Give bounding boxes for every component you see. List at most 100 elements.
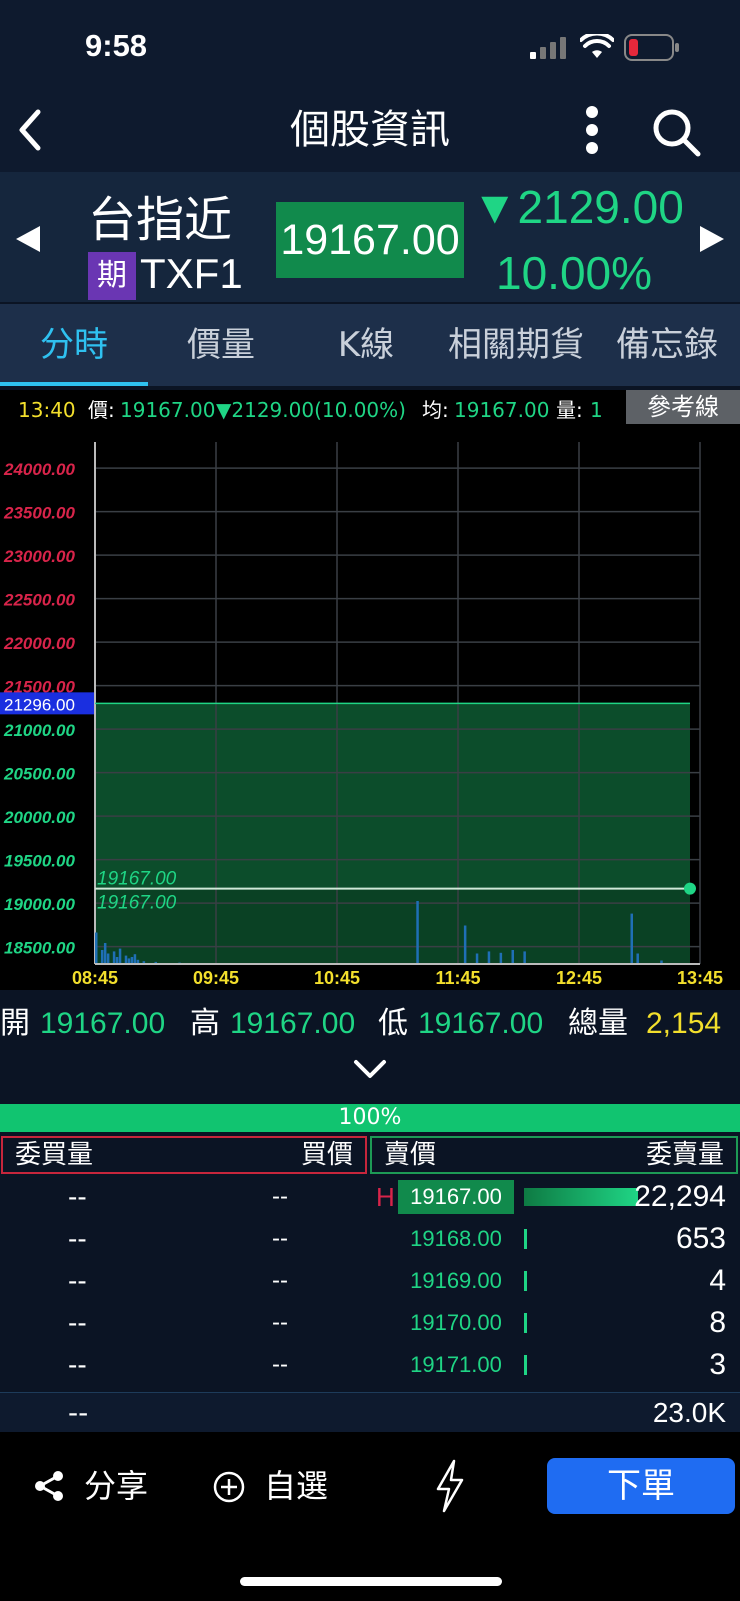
x-tick-label: 13:45 bbox=[677, 968, 723, 988]
y-tick-label: 24000.00 bbox=[3, 460, 75, 479]
bid-price[interactable]: -- bbox=[272, 1344, 288, 1386]
y-tick-label: 23000.00 bbox=[3, 547, 75, 566]
volume-bar bbox=[630, 913, 633, 964]
bid-price[interactable]: -- bbox=[272, 1218, 288, 1260]
wifi-icon bbox=[580, 34, 614, 58]
tab-related-futures[interactable]: 相關期貨 bbox=[438, 304, 594, 386]
expand-chevron-icon[interactable] bbox=[350, 1054, 390, 1082]
info-vol: 1 bbox=[590, 398, 603, 422]
volume-bar bbox=[487, 951, 491, 964]
status-time: 9:58 bbox=[85, 28, 148, 63]
lightning-icon[interactable] bbox=[432, 1458, 468, 1514]
info-price-label: 價: bbox=[88, 398, 115, 422]
open-label: 開 bbox=[0, 1007, 30, 1040]
total-vol-label: 總量 bbox=[568, 1007, 628, 1040]
bid-volume: -- bbox=[68, 1307, 87, 1338]
info-vol-label: 量: bbox=[556, 398, 583, 422]
high-marker: H bbox=[376, 1182, 395, 1212]
volume-bar bbox=[416, 901, 419, 964]
futures-badge: 期 bbox=[88, 252, 136, 300]
bid-header: 委買量 買價 bbox=[1, 1136, 367, 1174]
next-arrow-icon[interactable] bbox=[698, 224, 726, 254]
high-label: 高 bbox=[190, 1007, 220, 1040]
volume-bar bbox=[95, 932, 98, 964]
price-line-label: 19167.00 bbox=[97, 869, 177, 890]
ask-price[interactable]: 19171.00 bbox=[398, 1344, 514, 1386]
y-tick-label: 20000.00 bbox=[3, 808, 75, 827]
ask-volume: 8 bbox=[709, 1306, 726, 1339]
ask-volume: 4 bbox=[709, 1264, 726, 1297]
ask-volume: 653 bbox=[675, 1222, 726, 1255]
price-change-pct: 10.00% bbox=[496, 247, 653, 299]
more-icon[interactable] bbox=[576, 104, 608, 156]
ask-volume-bar bbox=[524, 1229, 528, 1249]
prev-arrow-icon[interactable] bbox=[14, 224, 42, 254]
high-value: 19167.00 bbox=[230, 1007, 356, 1040]
bid-price-header: 買價 bbox=[300, 1140, 353, 1170]
bid-volume: -- bbox=[68, 1349, 87, 1380]
volume-bar bbox=[499, 952, 503, 964]
share-button[interactable]: 分享 bbox=[34, 1462, 164, 1510]
ask-price-header: 賣價 bbox=[384, 1140, 437, 1170]
tab-memo[interactable]: 備忘錄 bbox=[594, 304, 740, 386]
volume-bar bbox=[106, 953, 110, 964]
reference-label: 21296.00 bbox=[4, 695, 75, 714]
bid-volume: -- bbox=[68, 1223, 87, 1254]
ohlc-row: 開 19167.00 高 19167.00 低 19167.00 總量 2,15… bbox=[0, 996, 740, 1052]
add-watchlist-button[interactable]: 自選 bbox=[212, 1462, 342, 1510]
y-tick-label: 19000.00 bbox=[4, 895, 75, 914]
volume-bar bbox=[124, 955, 128, 964]
tab-intraday[interactable]: 分時 bbox=[0, 304, 148, 386]
volume-bar bbox=[511, 950, 514, 964]
y-tick-label: 23500.00 bbox=[3, 504, 75, 523]
battery-icon bbox=[624, 34, 679, 61]
page-title: 個股資訊 bbox=[290, 107, 450, 153]
share-label: 分享 bbox=[84, 1467, 149, 1505]
ask-price[interactable]: 19169.00 bbox=[398, 1260, 514, 1302]
ask-volume-bar bbox=[524, 1271, 527, 1291]
ask-price[interactable]: 19167.00 bbox=[398, 1180, 514, 1214]
reference-line-button[interactable]: 參考線 bbox=[626, 390, 740, 424]
home-indicator bbox=[240, 1577, 502, 1586]
bid-volume: -- bbox=[68, 1265, 87, 1296]
instrument-code: TXF1 bbox=[140, 250, 243, 297]
orderbook-row: -- -- 19168.00 653 bbox=[0, 1218, 740, 1260]
orderbook-row: -- -- 19169.00 4 bbox=[0, 1260, 740, 1302]
bid-price[interactable]: -- bbox=[272, 1302, 288, 1344]
instrument-name: 台指近 bbox=[88, 192, 233, 248]
last-price: 19167.00 bbox=[276, 202, 464, 278]
chart-svg: 24000.00 23500.00 23000.00 22500.00 22000.00… bbox=[0, 442, 723, 988]
last-price-dot bbox=[684, 882, 696, 895]
volume-bar bbox=[636, 953, 639, 964]
ask-total: 23.0K bbox=[652, 1397, 726, 1428]
bid-ask-ratio-bar: 100% bbox=[0, 1104, 740, 1132]
ask-price[interactable]: 19168.00 bbox=[398, 1218, 514, 1260]
y-tick-label: 22000.00 bbox=[3, 634, 75, 653]
info-time: 13:40 bbox=[18, 398, 76, 422]
ask-volume: 3 bbox=[709, 1348, 726, 1381]
volume-bar bbox=[133, 954, 137, 964]
ask-header: 賣價 委賣量 bbox=[370, 1136, 738, 1174]
info-price: 19167.00 bbox=[120, 398, 216, 422]
volume-bar bbox=[115, 957, 119, 964]
bid-price[interactable]: -- bbox=[272, 1176, 288, 1218]
search-icon[interactable] bbox=[650, 106, 702, 158]
volume-bar bbox=[118, 948, 122, 964]
y-tick-label: 19500.00 bbox=[4, 852, 75, 871]
place-order-button[interactable]: 下單 bbox=[547, 1458, 735, 1514]
bid-volume: -- bbox=[68, 1181, 87, 1212]
price-change: ▼2129.00 bbox=[472, 181, 684, 233]
tab-bar: 分時 價量 K線 相關期貨 備忘錄 bbox=[0, 304, 740, 386]
tab-kline[interactable]: K線 bbox=[294, 304, 438, 386]
intraday-chart: 24000.00 23500.00 23000.00 22500.00 22000.00… bbox=[0, 430, 740, 990]
ask-volume-bar bbox=[524, 1313, 527, 1333]
y-tick-label: 22500.00 bbox=[3, 591, 75, 610]
watch-label: 自選 bbox=[264, 1467, 329, 1505]
bid-price[interactable]: -- bbox=[272, 1260, 288, 1302]
info-avg-label: 均: bbox=[422, 398, 449, 422]
price-area-low bbox=[95, 888, 690, 964]
x-tick-label: 10:45 bbox=[314, 968, 360, 988]
orderbook-total-row: -- 23.0K bbox=[0, 1392, 740, 1432]
tab-price-volume[interactable]: 價量 bbox=[148, 304, 294, 386]
ask-price[interactable]: 19170.00 bbox=[398, 1302, 514, 1344]
